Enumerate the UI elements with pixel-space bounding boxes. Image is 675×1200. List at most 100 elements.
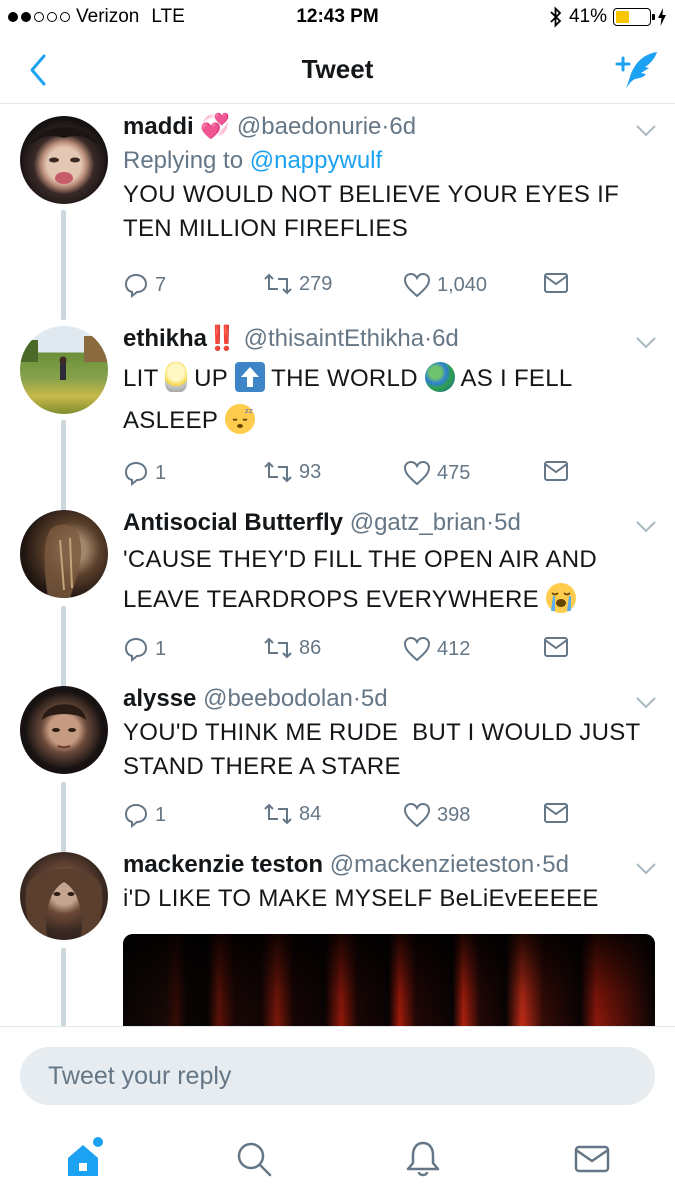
messages-icon [574, 1145, 610, 1173]
tweet-text: LIT UP THE WORLD AS I FELL ASLEEP zz [123, 358, 658, 442]
chevron-down-icon[interactable] [635, 124, 657, 138]
heart-icon [403, 272, 431, 298]
direct-message-button[interactable] [543, 802, 569, 824]
reply-button[interactable]: 1 [123, 636, 166, 662]
tab-home[interactable] [60, 1134, 110, 1184]
battery-info: 41% [549, 6, 667, 28]
user-handle[interactable]: @beebodolan [203, 685, 353, 712]
sleeping-face-emoji: zz [224, 403, 255, 434]
light-bulb-emoji [165, 361, 188, 392]
tweet-actions: 1 86 412 [123, 636, 573, 666]
status-bar: Verizon LTE 12:43 PM 41% [0, 0, 675, 36]
chevron-down-icon[interactable] [635, 696, 657, 710]
tweet-time: 6d [432, 325, 459, 352]
retweet-button[interactable]: 279 [263, 272, 332, 296]
like-button[interactable]: 1,040 [403, 272, 487, 298]
reply-icon [124, 637, 148, 662]
reply-button[interactable]: 1 [123, 802, 166, 828]
avatar-photo [25, 868, 103, 940]
thread-line [61, 210, 66, 320]
charging-bolt-icon [658, 8, 666, 26]
page-title: Tweet [301, 54, 374, 84]
retweet-icon [264, 637, 292, 659]
heart-icon [403, 636, 431, 662]
display-name[interactable]: maddi [123, 113, 194, 140]
envelope-icon [544, 637, 568, 657]
user-handle[interactable]: @mackenzieteston [330, 851, 534, 878]
like-button[interactable]: 398 [403, 802, 470, 828]
tweet-time: 5d [360, 685, 388, 712]
replying-to-label: Replying to [123, 147, 250, 174]
separator-dot: · [352, 685, 361, 712]
home-icon [68, 1137, 103, 1176]
like-count: 475 [437, 461, 471, 484]
direct-message-button[interactable] [543, 636, 569, 658]
compose-tweet-button[interactable] [613, 48, 661, 92]
avatar[interactable] [20, 326, 108, 414]
display-name[interactable]: ethikha [123, 325, 207, 352]
tab-messages[interactable] [567, 1134, 617, 1184]
retweet-button[interactable]: 93 [263, 460, 321, 484]
name-emoji: ‼️ [207, 325, 237, 352]
thread-line [61, 948, 66, 1026]
battery-percent: 41% [568, 6, 607, 27]
tweet-header: ethikha‼️ @thisaintEthikha·6d [123, 322, 658, 356]
user-handle[interactable]: @thisaintEthikha [244, 325, 424, 352]
tab-notifications[interactable] [398, 1134, 448, 1184]
navigation-bar: Tweet [0, 36, 675, 104]
chevron-down-icon[interactable] [635, 336, 657, 350]
avatar[interactable] [20, 852, 108, 940]
tweet-time: 5d [494, 509, 521, 536]
tweet-text: YOU'D THINK ME RUDE BUT I WOULD JUST STA… [123, 719, 648, 780]
chevron-down-icon[interactable] [635, 520, 657, 534]
direct-message-button[interactable] [543, 460, 569, 482]
tweet-item[interactable]: Antisocial Butterfly @gatz_brian·5d 'CAU… [0, 502, 675, 696]
retweet-button[interactable]: 86 [263, 636, 321, 660]
reply-button[interactable]: 7 [123, 272, 166, 298]
like-button[interactable]: 475 [403, 460, 470, 486]
tweet-thread: maddi 💞 @baedonurie·6d Replying to @napp… [0, 104, 675, 1026]
user-handle[interactable]: @baedonurie [237, 113, 381, 140]
display-name[interactable]: Antisocial Butterfly [123, 509, 343, 536]
separator-dot: · [486, 509, 495, 536]
bluetooth-icon [550, 6, 562, 28]
avatar-photo [30, 127, 98, 184]
battery-level-fill [616, 11, 630, 23]
tab-search[interactable] [229, 1134, 279, 1184]
retweet-icon [264, 803, 292, 825]
avatar[interactable] [20, 510, 108, 598]
heart-icon [403, 460, 431, 486]
avatar[interactable] [20, 116, 108, 204]
display-name[interactable]: mackenzie teston [123, 851, 323, 878]
tweet-header: alysse @beebodolan·5d [123, 682, 658, 716]
envelope-icon [544, 273, 568, 293]
envelope-icon [544, 803, 568, 823]
chevron-down-icon[interactable] [635, 862, 657, 876]
like-button[interactable]: 412 [403, 636, 470, 662]
user-handle[interactable]: @gatz_brian [350, 509, 486, 536]
display-name[interactable]: alysse [123, 685, 196, 712]
direct-message-button[interactable] [543, 272, 569, 294]
avatar-photo [44, 524, 82, 598]
reply-button[interactable]: 1 [123, 460, 166, 486]
tweet-time: 5d [542, 851, 569, 878]
mention-link[interactable]: @nappywulf [250, 147, 382, 174]
tweet-item[interactable]: ethikha‼️ @thisaintEthikha·6d LIT UP THE… [0, 318, 675, 520]
replying-to: Replying to @nappywulf [123, 144, 658, 178]
retweet-count: 279 [299, 272, 333, 295]
retweet-button[interactable]: 84 [263, 802, 321, 826]
reply-input[interactable] [20, 1047, 655, 1105]
avatar-photo [20, 336, 108, 380]
loudly-crying-face-emoji [545, 582, 576, 613]
tweet-item[interactable]: alysse @beebodolan·5d YOU'D THINK ME RUD… [0, 678, 675, 864]
tweet-text: 'CAUSE THEY'D FILL THE OPEN AIR AND LEAV… [123, 540, 658, 620]
text-part: UP [194, 365, 235, 392]
tweet-item[interactable]: maddi 💞 @baedonurie·6d Replying to @napp… [0, 104, 675, 320]
reply-count: 1 [155, 461, 167, 484]
reply-bar [0, 1026, 675, 1120]
tweet-time: 6d [389, 113, 417, 140]
text-part: 'CAUSE THEY'D FILL THE OPEN AIR AND LEAV… [123, 546, 598, 613]
tweet-media[interactable] [123, 934, 655, 1026]
avatar[interactable] [20, 686, 108, 774]
retweet-count: 93 [299, 460, 322, 483]
